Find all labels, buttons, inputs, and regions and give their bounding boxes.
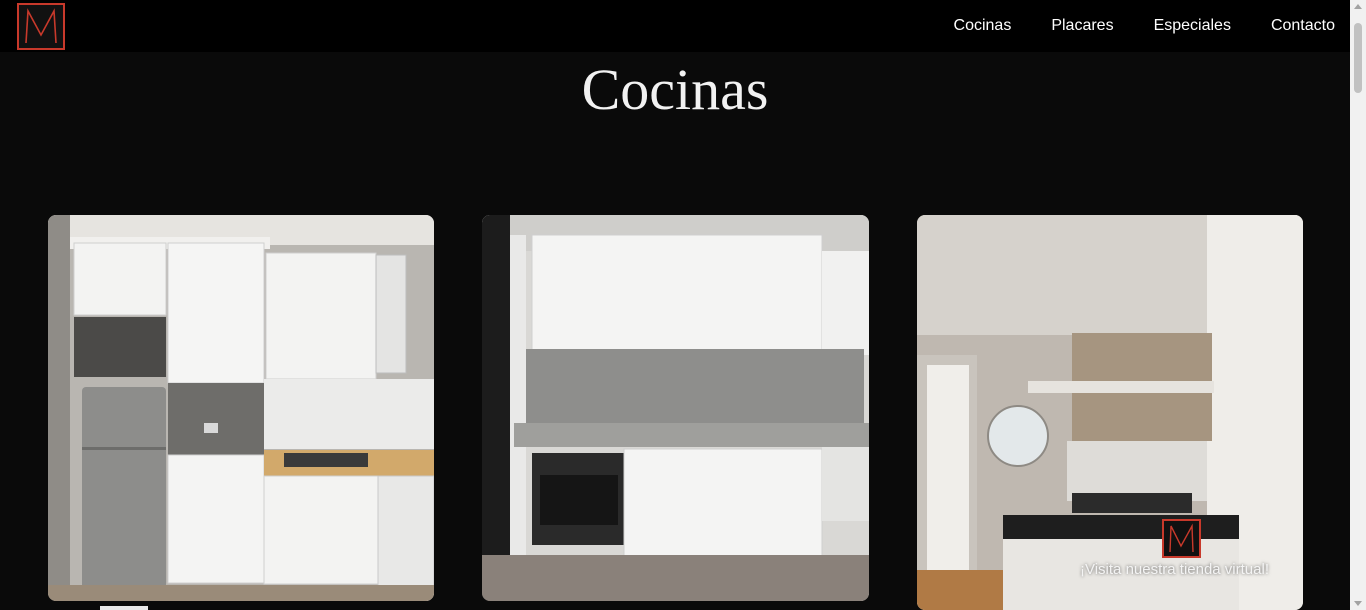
partial-element	[100, 606, 148, 610]
store-logo-icon[interactable]	[1162, 519, 1201, 558]
main-nav: Cocinas Placares Especiales Contacto	[954, 0, 1335, 52]
gallery-image-1[interactable]	[48, 215, 434, 601]
nav-link-contacto[interactable]: Contacto	[1271, 17, 1335, 35]
page-scrollbar[interactable]	[1350, 0, 1366, 610]
navbar: Cocinas Placares Especiales Contacto	[0, 0, 1350, 52]
scroll-thumb[interactable]	[1354, 23, 1362, 93]
page-title: Cocinas	[581, 57, 769, 122]
scroll-up-arrow-icon[interactable]	[1354, 4, 1362, 9]
store-link[interactable]: ¡Visita nuestra tienda virtual!	[1080, 561, 1269, 578]
gallery-image-3[interactable]	[917, 215, 1303, 610]
brand-logo[interactable]	[17, 3, 65, 50]
gallery-image-2[interactable]	[482, 215, 869, 601]
scroll-down-arrow-icon[interactable]	[1354, 601, 1362, 606]
nav-link-cocinas[interactable]: Cocinas	[954, 17, 1012, 35]
nav-link-placares[interactable]: Placares	[1051, 17, 1113, 35]
nav-link-especiales[interactable]: Especiales	[1154, 17, 1231, 35]
